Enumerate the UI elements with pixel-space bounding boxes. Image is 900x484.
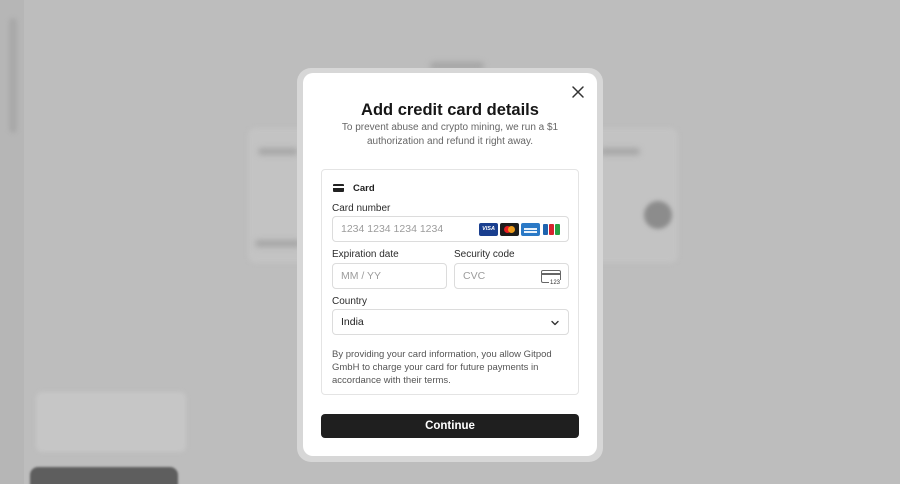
country-value: India (341, 316, 364, 328)
credit-card-icon (333, 184, 344, 192)
country-select[interactable]: India (332, 309, 569, 335)
expiration-field[interactable] (332, 263, 447, 289)
visa-icon (479, 223, 498, 236)
background-card (36, 392, 186, 452)
card-number-field[interactable] (332, 216, 569, 242)
modal-subtitle: To prevent abuse and crypto mining, we r… (341, 122, 559, 147)
security-code-field[interactable]: 123 (454, 263, 569, 289)
cvc-card-icon: 123 (541, 270, 561, 286)
chevron-down-icon (551, 320, 559, 326)
credit-card-modal: Add credit card details To prevent abuse… (303, 73, 597, 456)
mastercard-icon (500, 223, 519, 236)
background-avatar (644, 201, 672, 229)
tab-card[interactable]: Card (333, 181, 375, 195)
country-label: Country (332, 296, 368, 307)
security-code-label: Security code (454, 249, 515, 260)
card-brands (479, 223, 561, 236)
jcb-icon (542, 223, 561, 236)
payment-element: Card Card number Expiration date Securit… (321, 169, 579, 395)
background-text (258, 148, 298, 155)
expiration-input[interactable] (341, 270, 446, 282)
card-number-label: Card number (332, 203, 391, 214)
background-button (30, 467, 178, 484)
terms-text: By providing your card information, you … (332, 349, 552, 386)
tab-card-label: Card (353, 182, 375, 194)
modal-title: Add credit card details (361, 101, 539, 119)
background-sidebar-logo (9, 18, 17, 133)
amex-icon (521, 223, 540, 236)
close-icon[interactable] (571, 85, 585, 99)
background-text (255, 240, 301, 247)
expiration-label: Expiration date (332, 249, 399, 260)
background-text (600, 148, 640, 155)
continue-button[interactable]: Continue (321, 414, 579, 438)
